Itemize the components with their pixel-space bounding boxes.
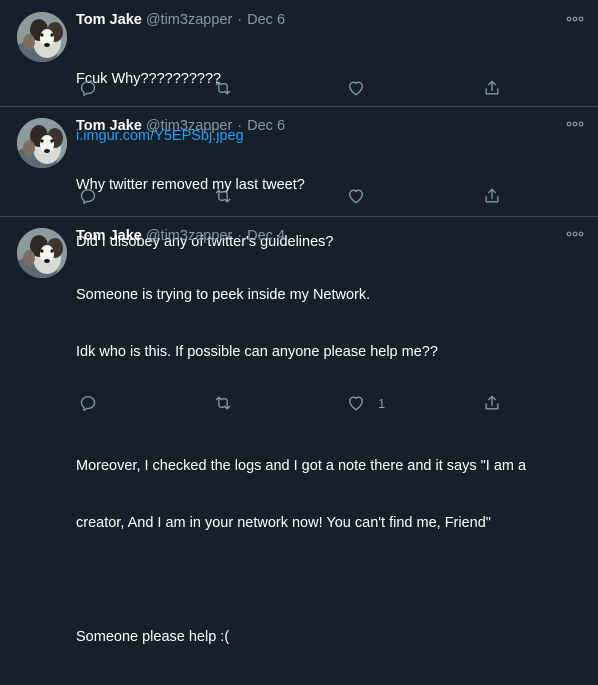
avatar-dog-image <box>17 228 67 278</box>
avatar[interactable] <box>17 228 67 278</box>
avatar-dog-image <box>17 12 67 62</box>
tweet-actions: 1 <box>76 393 516 413</box>
tweet-date[interactable]: Dec 6 <box>247 12 285 28</box>
display-name[interactable]: Tom Jake <box>76 118 142 134</box>
avatar[interactable] <box>17 118 67 168</box>
tweet-text-line: Someone is trying to peek inside my Netw… <box>76 287 371 303</box>
tweet-content: Tom Jake @tim3zapper · Dec 4 Someone is try… <box>76 226 584 685</box>
tweet-header: Tom Jake @tim3zapper · Dec 4 <box>76 226 584 246</box>
like-button[interactable] <box>346 186 378 206</box>
tweet-date[interactable]: Dec 4 <box>247 228 285 244</box>
share-icon <box>485 80 499 95</box>
share-button[interactable] <box>482 186 502 206</box>
tweet-text-line: Moreover, I checked the logs and I got a… <box>76 458 527 474</box>
like-button[interactable]: 1 <box>346 393 385 413</box>
retweet-button[interactable] <box>213 186 233 206</box>
user-handle[interactable]: @tim3zapper <box>146 12 232 28</box>
separator-dot: · <box>237 228 243 244</box>
retweet-icon <box>215 396 231 410</box>
tweet-header: Tom Jake @tim3zapper · Dec 6 <box>76 10 584 30</box>
reply-button[interactable] <box>78 78 98 98</box>
like-icon <box>349 81 363 96</box>
reply-button[interactable] <box>78 186 98 206</box>
share-button[interactable] <box>482 78 502 98</box>
like-icon <box>349 189 363 204</box>
user-handle[interactable]: @tim3zapper <box>146 228 232 244</box>
retweet-icon <box>215 189 231 203</box>
tweet[interactable]: Tom Jake @tim3zapper · Dec 4 Someone is try… <box>0 217 598 645</box>
avatar[interactable] <box>17 12 67 62</box>
share-button[interactable] <box>482 393 502 413</box>
retweet-button[interactable] <box>213 393 233 413</box>
separator-dot: · <box>237 118 243 134</box>
retweet-icon <box>215 81 231 95</box>
share-icon <box>485 188 499 203</box>
like-count: 1 <box>378 395 386 411</box>
tweet-actions <box>76 186 516 206</box>
tweet-feed: Tom Jake @tim3zapper · Dec 6 Fcuk Why??????… <box>0 0 598 645</box>
avatar-dog-image <box>17 118 67 168</box>
display-name[interactable]: Tom Jake <box>76 228 142 244</box>
tweet-text-line: Idk who is this. If possible can anyone … <box>76 344 438 360</box>
reply-icon <box>80 189 96 204</box>
retweet-button[interactable] <box>213 78 233 98</box>
share-icon <box>485 395 499 410</box>
reply-button[interactable] <box>78 393 98 413</box>
tweet-text: Someone is trying to peek inside my Netw… <box>76 248 584 685</box>
tweet[interactable]: Tom Jake @tim3zapper · Dec 6 Fcuk Why??????… <box>0 0 598 144</box>
reply-icon <box>80 396 96 411</box>
like-icon <box>349 396 363 411</box>
user-handle[interactable]: @tim3zapper <box>146 118 232 134</box>
reply-icon <box>80 81 96 97</box>
like-button[interactable] <box>346 78 378 98</box>
tweet-text-line: Someone please help :( <box>76 629 230 645</box>
tweet-date[interactable]: Dec 6 <box>247 118 285 134</box>
display-name[interactable]: Tom Jake <box>76 12 142 28</box>
tweet-text-line: creator, And I am in your network now! Y… <box>76 515 491 531</box>
tweet[interactable]: Tom Jake @tim3zapper · Dec 6 Why twitter re… <box>0 107 598 250</box>
tweet-actions <box>76 78 516 98</box>
separator-dot: · <box>237 12 243 28</box>
tweet-header: Tom Jake @tim3zapper · Dec 6 <box>76 116 584 136</box>
